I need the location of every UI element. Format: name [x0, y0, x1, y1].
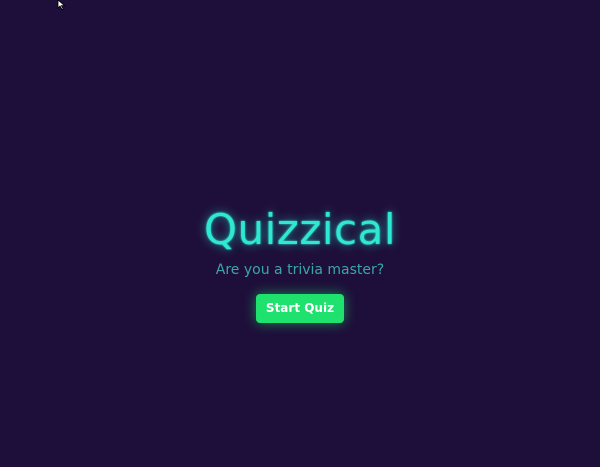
app-subtitle: Are you a trivia master? [215, 262, 385, 278]
app-title: Quizzical [203, 205, 397, 254]
hero-section: Quizzical Are you a trivia master? Start… [0, 204, 600, 323]
mouse-pointer-icon [57, 0, 66, 10]
start-quiz-button[interactable]: Start Quiz [255, 294, 345, 323]
start-screen: Quizzical Are you a trivia master? Start… [0, 0, 600, 467]
